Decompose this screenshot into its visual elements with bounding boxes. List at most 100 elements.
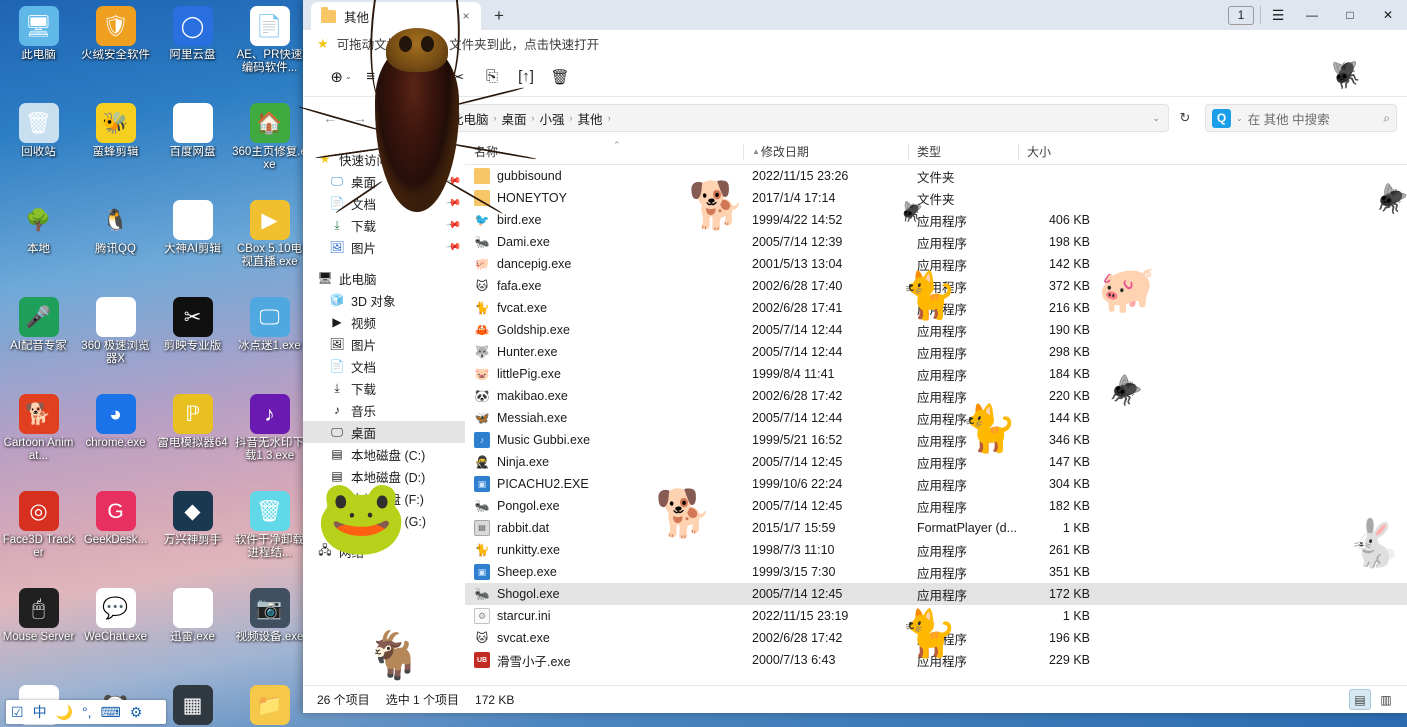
- table-row[interactable]: 🦋Messiah.exe2005/7/14 12:44应用程序144 KB: [465, 407, 1407, 429]
- desktop-icon[interactable]: 🐝蛮蜂剪辑: [77, 99, 154, 196]
- sidebar-item-pc-child-0[interactable]: 🧊3D 对象: [303, 289, 465, 311]
- favorites-bar[interactable]: ★ 可拖动文档、软件、文件夹到此，点击快速打开: [303, 30, 1407, 57]
- sidebar-item-pc-child-7[interactable]: ▤本地磁盘 (C:): [303, 443, 465, 465]
- desktop-icon[interactable]: ✂剪映专业版: [154, 293, 231, 390]
- desktop-icon[interactable]: 🗑软件干净卸载进程结...: [231, 487, 308, 584]
- table-row[interactable]: 🐜Shogol.exe2005/7/14 12:45应用程序172 KB: [465, 583, 1407, 605]
- copy-button[interactable]: ⧉: [408, 62, 440, 92]
- desktop-icon[interactable]: ❀百度网盘: [154, 99, 231, 196]
- desktop-icon[interactable]: ⚡迅雷.exe: [154, 584, 231, 681]
- table-row[interactable]: UB滑雪小子.exe2000/7/13 6:43应用程序229 KB: [465, 649, 1407, 671]
- desktop-icon[interactable]: 🖱Mouse Server: [0, 584, 77, 681]
- refresh-icon[interactable]: ↻: [1173, 110, 1197, 126]
- table-row[interactable]: 🐜Dami.exe2005/7/14 12:39应用程序198 KB: [465, 231, 1407, 253]
- keyboard-icon[interactable]: ⌨: [101, 705, 121, 719]
- breadcrumb-item[interactable]: 小强: [540, 109, 565, 128]
- desktop-icon[interactable]: ◯阿里云盘: [154, 2, 231, 99]
- desktop-icon[interactable]: ♪抖音无水印下载1.3.exe: [231, 390, 308, 487]
- settings-gear-icon[interactable]: ⚙: [130, 705, 143, 719]
- pin-icon[interactable]: 📌: [444, 217, 461, 233]
- table-row[interactable]: 🐖dancepig.exe2001/5/13 13:04应用程序142 KB: [465, 253, 1407, 275]
- paste-button[interactable]: ⎘: [476, 62, 508, 92]
- sidebar-item-pc-child-6[interactable]: 🖵桌面: [303, 421, 465, 443]
- sidebar-item-quick-access[interactable]: ★快速访问: [303, 148, 465, 170]
- search-icon[interactable]: ⌕: [1383, 111, 1390, 126]
- table-row[interactable]: ▤rabbit.dat2015/1/7 15:59FormatPlayer (d…: [465, 517, 1407, 539]
- sidebar-item-pc-child-9[interactable]: ▤本地磁盘 (F:): [303, 487, 465, 509]
- table-row[interactable]: 🐈runkitty.exe1998/7/3 11:10应用程序261 KB: [465, 539, 1407, 561]
- punctuation-icon[interactable]: °,: [82, 705, 92, 719]
- table-row[interactable]: 🐷littlePig.exe1999/8/4 11:41应用程序184 KB: [465, 363, 1407, 385]
- column-header-date[interactable]: ▲ 修改日期: [743, 139, 908, 165]
- desktop-icon[interactable]: 🗑回收站: [0, 99, 77, 196]
- chevron-down-icon[interactable]: ⌄: [377, 72, 384, 81]
- sidebar-item-pc-child-10[interactable]: ▤本地磁盘 (G:): [303, 509, 465, 531]
- sidebar-item-this-pc[interactable]: 🖥此电脑: [303, 267, 465, 289]
- tab-other[interactable]: 其他 ×: [311, 2, 481, 30]
- table-row[interactable]: 🐺Hunter.exe2005/7/14 12:44应用程序298 KB: [465, 341, 1407, 363]
- details-view-button[interactable]: ▤: [1349, 689, 1371, 710]
- desktop-icon[interactable]: 📁小强: [231, 681, 308, 727]
- breadcrumb-item[interactable]: 其他: [578, 109, 603, 128]
- table-row[interactable]: ⚙starcur.ini2022/11/15 23:191 KB: [465, 605, 1407, 627]
- table-row[interactable]: gubbisound2022/11/15 23:26文件夹: [465, 165, 1407, 187]
- chevron-down-icon[interactable]: ⌄: [1152, 113, 1160, 124]
- table-row[interactable]: 🐼makibao.exe2002/6/28 17:42应用程序220 KB: [465, 385, 1407, 407]
- chinese-mode-icon[interactable]: 中: [33, 705, 47, 719]
- desktop-icon[interactable]: 🐧腾讯QQ: [77, 196, 154, 293]
- desktop-icon[interactable]: 🌳本地: [0, 196, 77, 293]
- sidebar-item-pc-child-5[interactable]: ♪音乐: [303, 399, 465, 421]
- back-button[interactable]: ←: [317, 105, 343, 131]
- table-row[interactable]: 🐈fvcat.exe2002/6/28 17:41应用程序216 KB: [465, 297, 1407, 319]
- table-row[interactable]: 🐦bird.exe1999/4/22 14:52应用程序406 KB: [465, 209, 1407, 231]
- forward-button[interactable]: →: [347, 105, 373, 131]
- close-button[interactable]: ✕: [1369, 0, 1407, 30]
- table-row[interactable]: ♪Music Gubbi.exe1999/5/21 16:52应用程序346 K…: [465, 429, 1407, 451]
- table-row[interactable]: ▣Sheep.exe1999/3/15 7:30应用程序351 KB: [465, 561, 1407, 583]
- desktop-icon[interactable]: 🖵冰点迷1.exe: [231, 293, 308, 390]
- column-header-size[interactable]: 大小: [1018, 139, 1106, 165]
- column-header-type[interactable]: 类型: [908, 139, 1018, 165]
- desktop-icon[interactable]: 🏠360主页修复.exe: [231, 99, 308, 196]
- new-item-button[interactable]: ⊕⌄: [325, 62, 357, 92]
- sidebar-item-pc-child-4[interactable]: ⤓下载: [303, 377, 465, 399]
- sort-button[interactable]: ≡⌄: [359, 62, 391, 92]
- desktop-icon[interactable]: ㊙大神AI剪辑: [154, 196, 231, 293]
- table-row[interactable]: 🐜Pongol.exe2005/7/14 12:45应用程序182 KB: [465, 495, 1407, 517]
- desktop-icon[interactable]: 📄AE、PR快速编码软件...: [231, 2, 308, 99]
- sidebar-item-pinned-3[interactable]: 🖼图片📌: [303, 236, 465, 258]
- table-row[interactable]: 🐱svcat.exe2002/6/28 17:42应用程序196 KB: [465, 627, 1407, 649]
- chevron-down-icon[interactable]: ⌄: [1236, 114, 1243, 123]
- breadcrumb-item[interactable]: 此电脑: [451, 109, 489, 128]
- search-provider-icon[interactable]: Q: [1212, 109, 1231, 128]
- table-row[interactable]: 🦀Goldship.exe2005/7/14 12:44应用程序190 KB: [465, 319, 1407, 341]
- search-input[interactable]: Q ⌄ 在 其他 中搜索 ⌕: [1205, 104, 1397, 132]
- sidebar-item-pc-child-3[interactable]: 📄文档: [303, 355, 465, 377]
- tab-count-badge[interactable]: 1: [1228, 6, 1254, 25]
- sidebar-item-pinned-1[interactable]: 📄文档📌: [303, 192, 465, 214]
- new-tab-button[interactable]: +: [485, 3, 513, 29]
- pin-icon[interactable]: 📌: [444, 195, 461, 211]
- desktop-icon[interactable]: 🐕Cartoon Animat...: [0, 390, 77, 487]
- desktop-icon[interactable]: 🛡火绒安全软件: [77, 2, 154, 99]
- table-row[interactable]: 🐱fafa.exe2002/6/28 17:40应用程序372 KB: [465, 275, 1407, 297]
- sidebar-item-pc-child-8[interactable]: ▤本地磁盘 (D:): [303, 465, 465, 487]
- column-header-name[interactable]: 名称: [465, 139, 743, 165]
- breadcrumb-item[interactable]: 桌面: [502, 109, 527, 128]
- desktop-icon[interactable]: ▶CBox 5.10电视直播.exe: [231, 196, 308, 293]
- desktop-icon[interactable]: GGeekDesk...: [77, 487, 154, 584]
- tiles-view-button[interactable]: ▥: [1375, 689, 1397, 710]
- delete-button[interactable]: 🗑: [544, 62, 576, 92]
- table-row[interactable]: HONEYTOY2017/1/4 17:14文件夹: [465, 187, 1407, 209]
- desktop-icon[interactable]: 🖥此电脑: [0, 2, 77, 99]
- desktop-icon[interactable]: ◉360 极速浏览器X: [77, 293, 154, 390]
- ime-toolbar[interactable]: ☑中🌙°,⌨⚙: [6, 700, 166, 724]
- desktop-icon[interactable]: 🎤AI配音专家: [0, 293, 77, 390]
- cut-button[interactable]: ✂: [442, 62, 474, 92]
- desktop-icon[interactable]: ℙ雷电模拟器64: [154, 390, 231, 487]
- hamburger-menu-icon[interactable]: ☰: [1263, 0, 1293, 30]
- sidebar-item-pc-child-2[interactable]: 🖼图片: [303, 333, 465, 355]
- table-row[interactable]: 🥷Ninja.exe2005/7/14 12:45应用程序147 KB: [465, 451, 1407, 473]
- moon-icon[interactable]: 🌙: [56, 705, 73, 719]
- minimize-button[interactable]: —: [1293, 0, 1331, 30]
